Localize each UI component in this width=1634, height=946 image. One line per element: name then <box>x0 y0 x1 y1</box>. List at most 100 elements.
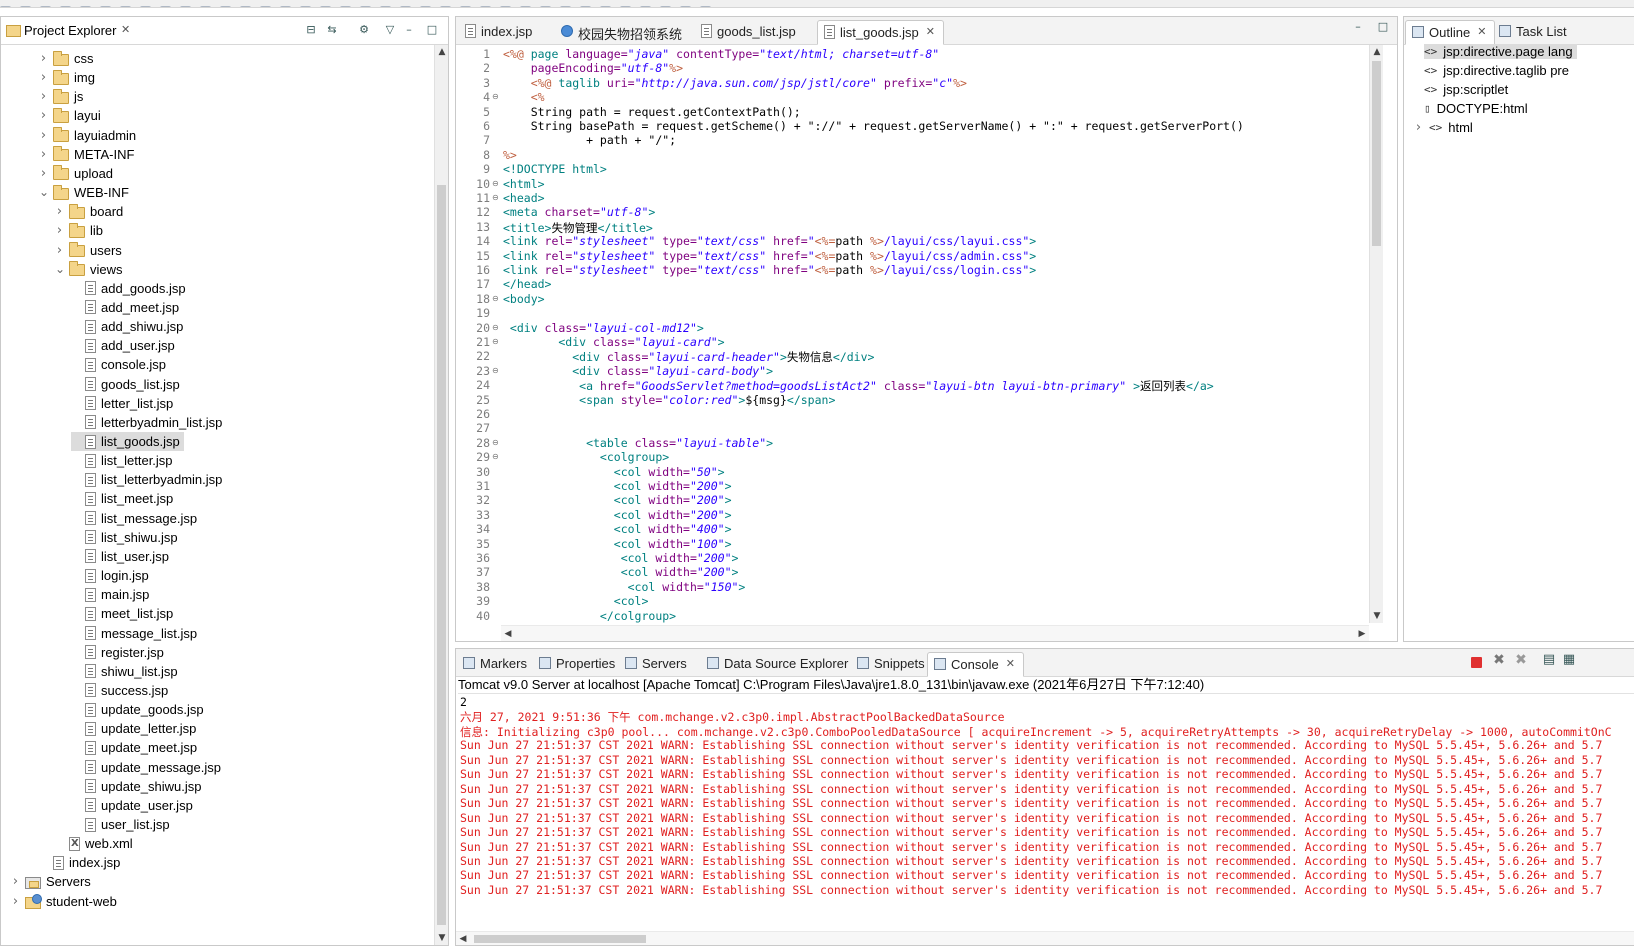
tree-item[interactable]: main.jsp <box>71 585 149 604</box>
toolbar-icon[interactable] <box>140 6 151 7</box>
outline-item[interactable]: ▯ DOCTYPE:html <box>1424 101 1528 116</box>
tree-item[interactable]: login.jsp <box>71 566 149 585</box>
tree-item[interactable]: add_shiwu.jsp <box>71 317 183 336</box>
tree-item[interactable]: list_shiwu.jsp <box>71 528 178 547</box>
chevron-right-icon[interactable]: › <box>11 895 20 908</box>
close-icon[interactable]: ✕ <box>926 25 935 38</box>
tree-item[interactable]: update_message.jsp <box>71 758 221 777</box>
tree-item[interactable]: › lib <box>55 221 103 240</box>
toolbar-icon[interactable] <box>300 6 311 7</box>
tree-item[interactable]: message_list.jsp <box>71 624 197 643</box>
scroll-up-icon[interactable]: ▲ <box>435 45 448 59</box>
tree-item[interactable]: web.xml <box>55 834 133 853</box>
scroll-left-icon[interactable]: ◀ <box>501 627 515 641</box>
console-output[interactable]: 2 六月 27, 2021 9:51:36 下午 com.mchange.v2.c… <box>456 695 1634 929</box>
tree-item[interactable]: › upload <box>39 164 113 183</box>
toolbar-icon[interactable] <box>480 6 491 7</box>
code-editor[interactable]: 1 2 3 4 ⊖ 5 6 7 8 9 10 ⊖ 11 ⊖ 12 13 14 15 16 17 18 ⊖ 19 20 ⊖ 21 ⊖ 2… <box>456 45 1397 641</box>
project-tree-scrollbar[interactable]: ▲ ▼ <box>434 45 448 945</box>
toolbar-icon[interactable] <box>620 6 631 7</box>
chevron-right-icon[interactable]: › <box>39 109 48 122</box>
remove-all-terminated-icon[interactable]: ✖ <box>1514 653 1528 667</box>
fold-toggle-icon[interactable]: ⊖ <box>492 452 499 461</box>
scroll-down-icon[interactable]: ▼ <box>435 931 448 945</box>
tree-item[interactable]: shiwu_list.jsp <box>71 662 178 681</box>
tab-index-jsp[interactable]: index.jsp <box>459 20 540 45</box>
tree-item[interactable]: list_goods.jsp <box>71 432 184 451</box>
fold-toggle-icon[interactable]: ⊖ <box>492 323 499 332</box>
outline-item[interactable]: <> jsp:directive.taglib pre <box>1424 63 1569 78</box>
tree-item[interactable]: letterbyadmin_list.jsp <box>71 413 222 432</box>
minimize-icon[interactable]: – <box>1351 20 1365 34</box>
outline-item[interactable]: <> jsp:scriptlet <box>1424 82 1508 97</box>
tab-outline[interactable]: Outline ✕ <box>1405 20 1496 45</box>
maximize-icon[interactable]: □ <box>425 23 439 37</box>
tree-item[interactable]: › img <box>39 68 95 87</box>
toolbar-icon[interactable] <box>120 6 131 7</box>
toolbar-icon[interactable] <box>640 6 651 7</box>
scrollbar-thumb[interactable] <box>437 185 446 925</box>
tree-item[interactable]: ⌄ WEB-INF <box>39 183 129 202</box>
tab-[interactable]: 校园失物招领系统 <box>555 20 690 45</box>
toolbar-icon[interactable] <box>340 6 351 7</box>
tree-item[interactable]: add_user.jsp <box>71 336 175 355</box>
toolbar-icon[interactable] <box>100 6 111 7</box>
toolbar-icon[interactable] <box>20 6 31 7</box>
chevron-right-icon[interactable]: › <box>39 129 48 142</box>
tab-markers[interactable]: Markers <box>457 652 535 677</box>
tree-item[interactable]: update_shiwu.jsp <box>71 777 201 796</box>
tree-item[interactable]: › js <box>39 87 83 106</box>
console-horizontal-scrollbar[interactable]: ◀ <box>456 931 1634 945</box>
tab-task-list[interactable]: Task List <box>1493 20 1575 45</box>
scrollbar-thumb[interactable] <box>1372 61 1381 246</box>
fold-toggle-icon[interactable]: ⊖ <box>492 337 499 346</box>
chevron-right-icon[interactable]: › <box>39 90 48 103</box>
chevron-down-icon[interactable]: ⌄ <box>55 263 65 275</box>
fold-toggle-icon[interactable]: ⊖ <box>492 438 499 447</box>
close-icon[interactable]: ✕ <box>1006 657 1015 670</box>
scrollbar-thumb[interactable] <box>474 935 646 943</box>
toolbar-icon[interactable] <box>60 6 71 7</box>
toolbar-icon[interactable] <box>0 6 11 7</box>
code-area[interactable]: <%@ page language="java" contentType="te… <box>503 45 1367 623</box>
chevron-right-icon[interactable]: › <box>39 167 48 180</box>
tab-servers[interactable]: Servers <box>619 652 695 677</box>
toolbar-icon[interactable] <box>520 6 531 7</box>
tree-item[interactable]: › board <box>55 202 123 221</box>
chevron-right-icon[interactable]: › <box>1414 121 1423 134</box>
toolbar-icon[interactable] <box>220 6 231 7</box>
chevron-right-icon[interactable]: › <box>55 244 64 257</box>
scroll-down-icon[interactable]: ▼ <box>1370 609 1384 623</box>
chevron-right-icon[interactable]: › <box>39 148 48 161</box>
link-with-editor-icon[interactable]: ⇆ <box>325 23 339 37</box>
view-menu-chevron-down-icon[interactable]: ▽ <box>383 23 397 37</box>
fold-toggle-icon[interactable]: ⊖ <box>492 366 499 375</box>
close-icon[interactable]: ✕ <box>121 23 130 36</box>
chevron-right-icon[interactable]: › <box>39 52 48 65</box>
chevron-right-icon[interactable]: › <box>11 875 20 888</box>
scroll-up-icon[interactable]: ▲ <box>1370 45 1384 59</box>
tree-item[interactable]: user_list.jsp <box>71 815 170 834</box>
toolbar-icon[interactable] <box>40 6 51 7</box>
outline-item[interactable]: <> jsp:directive.page lang <box>1424 44 1577 59</box>
toolbar-icon[interactable] <box>420 6 431 7</box>
scroll-left-icon[interactable]: ◀ <box>456 932 470 945</box>
tree-item[interactable]: update_goods.jsp <box>71 700 204 719</box>
toolbar-icon[interactable] <box>500 6 511 7</box>
tree-item[interactable]: list_message.jsp <box>71 509 197 528</box>
tree-item[interactable]: add_goods.jsp <box>71 279 186 298</box>
tree-item[interactable]: add_meet.jsp <box>71 298 179 317</box>
fold-toggle-icon[interactable]: ⊖ <box>492 193 499 202</box>
toolbar-icon[interactable] <box>460 6 471 7</box>
filter-icon[interactable]: ⚙ <box>357 23 371 37</box>
toolbar-icon[interactable] <box>680 6 691 7</box>
tree-item[interactable]: › layuiadmin <box>39 126 136 145</box>
fold-toggle-icon[interactable]: ⊖ <box>492 92 499 101</box>
tab-list-goods-jsp[interactable]: list_goods.jsp ✕ <box>817 20 944 45</box>
collapse-all-icon[interactable]: ⊟ <box>304 23 318 37</box>
editor-vertical-scrollbar[interactable]: ▲ ▼ <box>1369 45 1383 623</box>
tree-item[interactable]: meet_list.jsp <box>71 604 173 623</box>
close-icon[interactable]: ✕ <box>1477 25 1486 38</box>
toolbar-icon[interactable] <box>260 6 271 7</box>
fold-toggle-icon[interactable]: ⊖ <box>492 179 499 188</box>
